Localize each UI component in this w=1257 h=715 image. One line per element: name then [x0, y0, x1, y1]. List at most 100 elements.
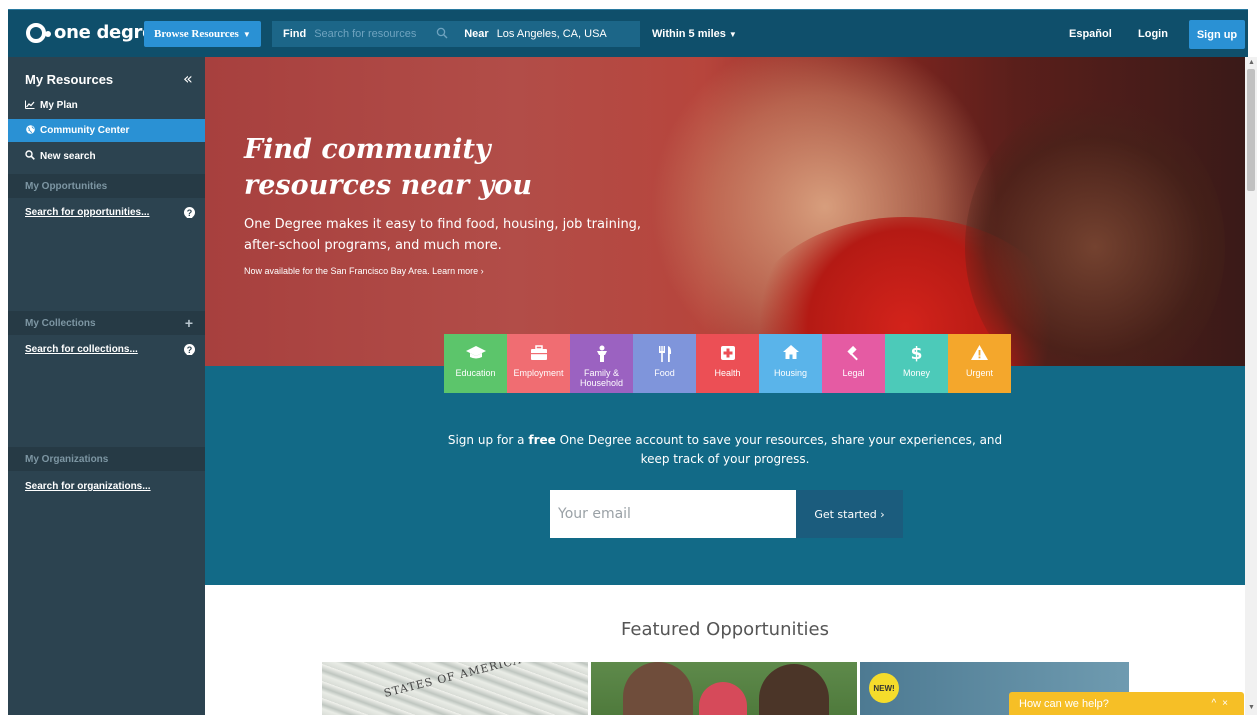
expand-icon[interactable]: ^ — [1211, 698, 1222, 709]
add-collection-plus-icon[interactable]: + — [185, 315, 193, 331]
category-tiles: Education Employment Family & Household … — [444, 334, 1011, 393]
briefcase-icon — [530, 345, 548, 365]
my-opportunities-header: My Opportunities — [8, 174, 205, 198]
scrollbar-thumb[interactable] — [1247, 69, 1255, 191]
photo-person — [623, 662, 693, 715]
category-family-household[interactable]: Family & Household — [570, 334, 633, 393]
home-icon — [782, 345, 799, 365]
signup-pitch: Sign up for a free One Degree account to… — [205, 431, 1245, 469]
section-label: My Collections — [25, 317, 96, 329]
sidebar-title: My Resources — [25, 72, 114, 87]
gavel-icon — [846, 345, 862, 365]
hero-banner: Find community resources near you One De… — [205, 57, 1245, 366]
category-urgent[interactable]: Urgent — [948, 334, 1011, 393]
get-started-button[interactable]: Get started › — [796, 490, 903, 538]
sidebar-item-new-search[interactable]: New search — [8, 145, 205, 168]
hero-title-line1: Find community — [244, 134, 491, 165]
sidebar-item-label: My Plan — [40, 100, 78, 111]
distance-dropdown-label: Within 5 miles — [652, 28, 726, 40]
category-label: Legal — [842, 368, 865, 378]
my-resources-sidebar: My Resources « My Plan Community Center … — [8, 57, 205, 715]
signup-band: Sign up for a free One Degree account to… — [205, 366, 1245, 585]
search-bar: Find Near — [272, 21, 640, 47]
near-location-input[interactable] — [496, 28, 617, 40]
sign-up-button[interactable]: Sign up — [1189, 20, 1245, 49]
browse-resources-label: Browse Resources — [154, 28, 239, 40]
pitch-free: free — [528, 433, 556, 447]
pitch-text-after: One Degree account to save your resource… — [555, 433, 1003, 447]
photo-person — [699, 682, 747, 715]
category-legal[interactable]: Legal — [822, 334, 885, 393]
section-label: My Organizations — [25, 453, 109, 465]
scroll-up-arrow-icon[interactable]: ▲ — [1248, 59, 1255, 66]
globe-icon — [25, 124, 35, 137]
dollar-icon: $ — [910, 344, 923, 364]
my-organizations-header: My Organizations — [8, 447, 205, 471]
category-label: Education — [455, 368, 496, 378]
search-icon — [25, 150, 35, 163]
section-label: My Opportunities — [25, 180, 108, 192]
category-label: Food — [654, 368, 675, 378]
sidebar-item-label: New search — [40, 151, 96, 162]
featured-card-family-photo[interactable] — [591, 662, 857, 715]
my-collections-header: My Collections + — [8, 311, 205, 335]
find-search-input[interactable] — [314, 28, 435, 40]
featured-card-money-photo[interactable]: STATES OF AMERICA — [322, 662, 588, 715]
logo-mark-icon — [26, 22, 51, 43]
language-espanol-link[interactable]: Español — [1069, 28, 1112, 40]
find-label: Find — [283, 28, 307, 40]
category-label: Employment — [513, 368, 564, 378]
category-food[interactable]: Food — [633, 334, 696, 393]
caret-down-icon: ▼ — [728, 30, 737, 39]
category-label: Health — [714, 368, 741, 378]
category-label: Family & Household — [579, 368, 624, 388]
category-health[interactable]: Health — [696, 334, 759, 393]
photo-person — [759, 664, 829, 715]
help-question-icon[interactable]: ? — [184, 344, 195, 355]
top-navigation-bar: one degree Browse Resources ▼ Find Near … — [8, 9, 1248, 57]
pitch-text-before: Sign up for a — [447, 433, 529, 447]
search-icon[interactable] — [436, 27, 450, 41]
category-label: Urgent — [965, 368, 993, 378]
distance-dropdown[interactable]: Within 5 miles ▼ — [652, 28, 737, 40]
featured-opportunities-heading: Featured Opportunities — [621, 619, 829, 640]
sidebar-item-community-center[interactable]: Community Center — [8, 119, 205, 142]
near-label: Near — [464, 28, 489, 40]
category-label: Housing — [773, 368, 808, 378]
dollar-bill-decoration: STATES OF AMERICA — [382, 662, 523, 700]
page-scrollbar[interactable]: ▲ ▼ — [1245, 57, 1257, 715]
help-question-icon[interactable]: ? — [184, 207, 195, 218]
new-badge: NEW! — [869, 673, 899, 703]
search-opportunities-link[interactable]: Search for opportunities... ? — [25, 207, 195, 218]
search-collections-link[interactable]: Search for collections... ? — [25, 344, 195, 355]
sidebar-item-my-plan[interactable]: My Plan — [8, 94, 205, 117]
sidebar-item-label: Community Center — [40, 125, 130, 136]
close-icon[interactable]: × — [1222, 698, 1234, 709]
search-organizations-label: Search for organizations... — [25, 481, 151, 492]
widget-controls: ^× — [1211, 698, 1234, 709]
pitch-line2: keep track of your progress. — [640, 452, 810, 466]
hero-title: Find community resources near you — [244, 132, 544, 204]
category-education[interactable]: Education — [444, 334, 507, 393]
browse-resources-button[interactable]: Browse Resources ▼ — [144, 21, 261, 47]
bay-area-learn-more-link[interactable]: Now available for the San Francisco Bay … — [244, 266, 484, 276]
collapse-sidebar-icon[interactable]: « — [183, 69, 193, 88]
category-housing[interactable]: Housing — [759, 334, 822, 393]
category-employment[interactable]: Employment — [507, 334, 570, 393]
search-organizations-link[interactable]: Search for organizations... — [25, 481, 195, 492]
hero-photo-girl — [965, 97, 1225, 366]
help-chat-widget[interactable]: How can we help? ^× — [1009, 692, 1244, 715]
browser-viewport: one degree Browse Resources ▼ Find Near … — [0, 0, 1257, 715]
graduation-cap-icon — [465, 345, 486, 365]
category-label: Money — [902, 368, 930, 378]
hero-subtitle: One Degree makes it easy to find food, h… — [244, 217, 642, 253]
chart-icon — [25, 100, 35, 112]
search-opportunities-label: Search for opportunities... — [25, 207, 150, 218]
email-field[interactable] — [550, 490, 796, 538]
utensils-icon — [657, 345, 673, 365]
scroll-down-arrow-icon[interactable]: ▼ — [1248, 704, 1255, 711]
category-money[interactable]: $ Money — [885, 334, 948, 393]
search-collections-label: Search for collections... — [25, 344, 138, 355]
login-link[interactable]: Login — [1138, 28, 1168, 40]
medical-plus-icon — [720, 345, 736, 365]
